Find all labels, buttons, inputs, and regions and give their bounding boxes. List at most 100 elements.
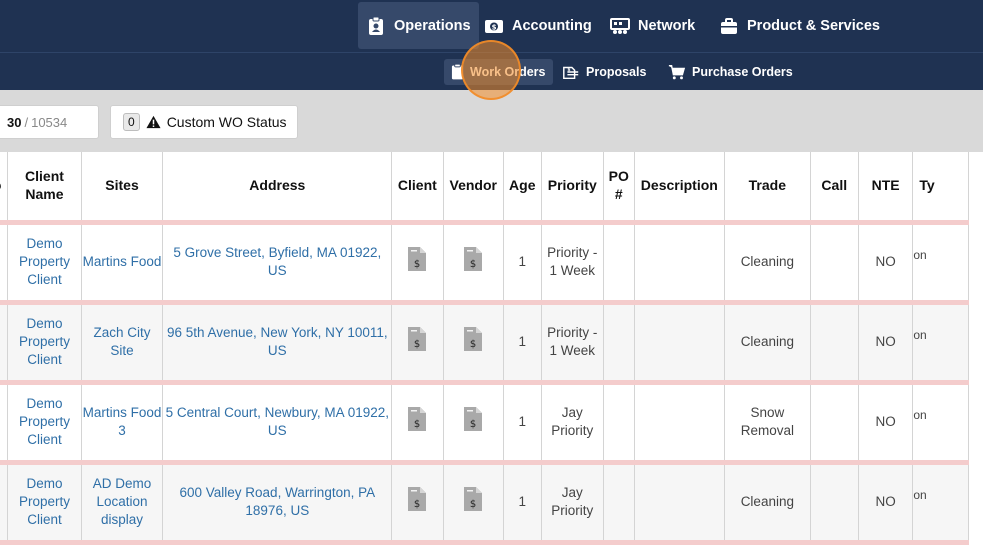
header-po[interactable]: PO # xyxy=(602,152,635,222)
svg-text:$: $ xyxy=(470,499,476,510)
work-orders-table-container: o Client Name Sites Address Client Vendo… xyxy=(0,152,983,549)
money-icon: $ xyxy=(485,19,503,33)
svg-text:$: $ xyxy=(470,339,476,350)
header-type[interactable]: Ty xyxy=(912,152,969,222)
trade-cell: Snow Removal xyxy=(723,382,811,462)
description-cell xyxy=(633,302,725,382)
site-link[interactable]: AD Demo Location display xyxy=(80,462,164,542)
work-orders-table: o Client Name Sites Address Client Vendo… xyxy=(0,152,969,545)
description-cell xyxy=(633,382,725,462)
address-link[interactable]: 5 Grove Street, Byfield, MA 01922, US xyxy=(162,222,393,302)
invoice-document-icon[interactable]: $ xyxy=(407,326,427,352)
client-name-link[interactable]: Demo Property Client xyxy=(7,462,82,542)
nte-cell: NO xyxy=(857,382,914,462)
subnav-work-orders[interactable]: Work Orders xyxy=(444,59,553,85)
type-cell: on xyxy=(912,462,969,542)
vendor-invoice-cell[interactable]: $ xyxy=(442,382,504,462)
vendor-invoice-cell[interactable]: $ xyxy=(442,222,504,302)
svg-text:$: $ xyxy=(567,67,570,73)
priority-cell: Priority - 1 Week xyxy=(540,302,604,382)
header-client-name[interactable]: Client Name xyxy=(7,152,82,222)
client-invoice-cell[interactable]: $ xyxy=(391,382,444,462)
header-trade[interactable]: Trade xyxy=(723,152,811,222)
nav-accounting[interactable]: $ Accounting xyxy=(484,2,592,49)
po-cell xyxy=(602,222,635,302)
header-col-partial[interactable]: o xyxy=(0,152,9,222)
row-partial-cell xyxy=(0,462,9,542)
header-sites[interactable]: Sites xyxy=(80,152,164,222)
header-address[interactable]: Address xyxy=(162,152,393,222)
nav-accounting-label: Accounting xyxy=(512,17,592,34)
top-navigation: Operations $ Accounting Network Product … xyxy=(0,0,983,52)
client-invoice-cell[interactable]: $ xyxy=(391,222,444,302)
client-name-link[interactable]: Demo Property Client xyxy=(7,222,82,302)
table-row[interactable]: Demo Property Client Martins Food 3 5 Ce… xyxy=(0,382,969,462)
invoice-document-icon[interactable]: $ xyxy=(407,486,427,512)
nav-operations[interactable]: Operations xyxy=(358,2,479,49)
table-header-row: o Client Name Sites Address Client Vendo… xyxy=(0,152,969,222)
pagination-count[interactable]: 30 / 10534 xyxy=(0,105,99,139)
header-priority[interactable]: Priority xyxy=(540,152,604,222)
site-link[interactable]: Martins Food xyxy=(80,222,164,302)
address-link[interactable]: 5 Central Court, Newbury, MA 01922, US xyxy=(162,382,393,462)
table-row[interactable]: Demo Property Client Zach City Site 96 5… xyxy=(0,302,969,382)
age-cell: 1 xyxy=(502,222,542,302)
address-link[interactable]: 600 Valley Road, Warrington, PA 18976, U… xyxy=(162,462,393,542)
table-row[interactable]: Demo Property Client AD Demo Location di… xyxy=(0,462,969,542)
cart-icon xyxy=(668,65,686,80)
subnav-purchase-orders[interactable]: Purchase Orders xyxy=(668,59,793,85)
client-name-link[interactable]: Demo Property Client xyxy=(7,382,82,462)
subnav-proposals[interactable]: $ Proposals xyxy=(562,59,646,85)
site-link[interactable]: Martins Food 3 xyxy=(80,382,164,462)
trade-cell: Cleaning xyxy=(723,222,811,302)
invoice-document-icon[interactable]: $ xyxy=(463,326,483,352)
invoice-document-icon[interactable]: $ xyxy=(463,486,483,512)
custom-wo-status-button[interactable]: 0 Custom WO Status xyxy=(110,105,298,139)
invoice-document-icon[interactable]: $ xyxy=(463,246,483,272)
pager-total: 10534 xyxy=(31,114,68,130)
client-name-link[interactable]: Demo Property Client xyxy=(7,302,82,382)
header-age[interactable]: Age xyxy=(502,152,542,222)
invoice-document-icon[interactable]: $ xyxy=(407,246,427,272)
invoice-document-icon[interactable]: $ xyxy=(463,406,483,432)
header-vendor[interactable]: Vendor xyxy=(442,152,504,222)
description-cell xyxy=(633,462,725,542)
site-link[interactable]: Zach City Site xyxy=(80,302,164,382)
proposal-icon: $ xyxy=(563,66,579,80)
client-invoice-cell[interactable]: $ xyxy=(391,302,444,382)
svg-text:$: $ xyxy=(470,259,476,270)
table-row[interactable]: Demo Property Client Martins Food 5 Grov… xyxy=(0,222,969,302)
vendor-invoice-cell[interactable]: $ xyxy=(442,302,504,382)
po-cell xyxy=(602,462,635,542)
warning-icon xyxy=(146,115,161,129)
subnav-proposals-label: Proposals xyxy=(586,65,647,79)
row-partial-cell xyxy=(0,382,9,462)
briefcase-icon xyxy=(721,17,737,34)
client-invoice-cell[interactable]: $ xyxy=(391,462,444,542)
header-client[interactable]: Client xyxy=(391,152,444,222)
invoice-document-icon[interactable]: $ xyxy=(407,406,427,432)
call-cell xyxy=(809,462,859,542)
network-icon xyxy=(610,17,630,34)
sub-navigation: Work Orders $ Proposals Purchase Orders xyxy=(0,52,983,90)
row-partial-cell xyxy=(0,222,9,302)
header-call[interactable]: Call xyxy=(809,152,859,222)
address-link[interactable]: 96 5th Avenue, New York, NY 10011, US xyxy=(162,302,393,382)
type-cell: on xyxy=(912,302,969,382)
age-cell: 1 xyxy=(502,302,542,382)
row-partial-cell xyxy=(0,302,9,382)
nav-product-services[interactable]: Product & Services xyxy=(719,2,880,49)
nav-product-services-label: Product & Services xyxy=(747,17,880,34)
svg-text:$: $ xyxy=(414,259,420,270)
nav-operations-label: Operations xyxy=(394,17,471,34)
type-cell: on xyxy=(912,222,969,302)
call-cell xyxy=(809,222,859,302)
nav-network[interactable]: Network xyxy=(610,2,695,49)
po-cell xyxy=(602,302,635,382)
filter-bar: 30 / 10534 0 Custom WO Status xyxy=(0,90,983,152)
vendor-invoice-cell[interactable]: $ xyxy=(442,462,504,542)
header-description[interactable]: Description xyxy=(633,152,725,222)
clipboard-user-icon xyxy=(369,16,383,35)
priority-cell: Priority - 1 Week xyxy=(540,222,604,302)
header-nte[interactable]: NTE xyxy=(857,152,914,222)
